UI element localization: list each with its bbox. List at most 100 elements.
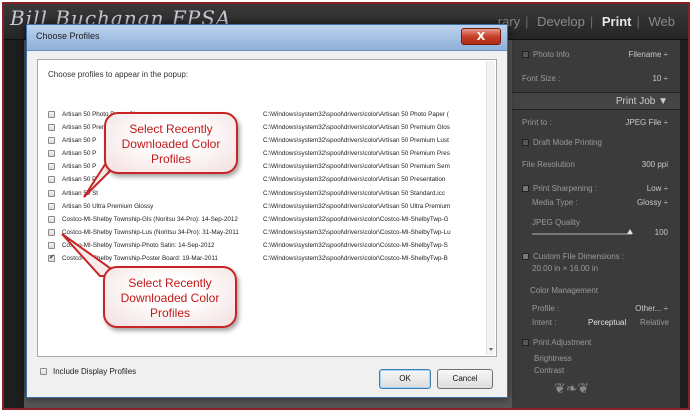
panel-end-ornament-icon: ❦❧❦	[554, 380, 590, 396]
file-resolution-label: File Resolution	[522, 160, 575, 169]
intent-perceptual[interactable]: Perceptual	[588, 316, 626, 330]
contrast-row[interactable]: Contrast	[534, 364, 672, 378]
profile-checkbox[interactable]	[48, 228, 55, 236]
callout-bottom-line-2: Downloaded Color	[120, 291, 220, 305]
module-web[interactable]: Web	[644, 14, 681, 29]
profile-path: C:\Windows\system32\spool\drivers\color\…	[263, 255, 448, 263]
profile-path: C:\Windows\system32\spool\drivers\color\…	[263, 163, 450, 171]
profile-row[interactable]: Profile : Other... ÷	[532, 302, 672, 316]
intent-relative[interactable]: Relative	[640, 316, 669, 330]
print-adjustment-checkbox[interactable]	[522, 339, 529, 347]
profile-checkbox[interactable]	[48, 253, 55, 263]
print-adjustment-row[interactable]: Print Adjustment	[522, 336, 672, 350]
print-sharpening-checkbox[interactable]	[522, 185, 529, 193]
color-management-label: Color Management	[530, 286, 599, 295]
profile-checkbox[interactable]	[48, 189, 55, 197]
screenshot-frame: Bill Buchanan FPSA rary | Develop | Print |…	[2, 2, 690, 410]
profile-label: Profile :	[532, 304, 560, 313]
photo-info-row[interactable]: Photo Info Filename ÷	[522, 48, 672, 62]
profile-checkbox[interactable]	[48, 215, 55, 223]
profile-path: C:\Windows\system32\spool\drivers\color\…	[263, 215, 449, 223]
profile-checkbox[interactable]	[48, 124, 55, 132]
profile-path: C:\Windows\system32\spool\drivers\color\…	[263, 150, 450, 158]
module-print[interactable]: Print	[597, 14, 637, 29]
callout-bottom-line-3: Profiles	[149, 306, 190, 320]
profile-checkbox[interactable]	[48, 150, 55, 158]
media-type-value[interactable]: Glossy ÷	[637, 196, 668, 210]
profile-path: C:\Windows\system32\spool\drivers\color\…	[263, 241, 448, 249]
callout-top-line-2: Downloaded Color	[121, 137, 221, 151]
profile-row[interactable]: Costco-MI-Shelby Township-Gls (Noritsu 3…	[44, 213, 490, 226]
intent-row[interactable]: Intent : Perceptual Relative	[532, 316, 672, 330]
profile-checkbox[interactable]	[48, 137, 55, 145]
draft-mode-row[interactable]: Draft Mode Printing	[522, 136, 672, 150]
profile-name: Artisan 50 P	[62, 150, 97, 158]
photo-info-label: Photo Info	[533, 50, 570, 59]
profile-checkbox[interactable]	[48, 163, 55, 171]
custom-dims-label: Custom File Dimensions :	[533, 252, 625, 261]
jpeg-quality-slider[interactable]	[532, 233, 632, 235]
draft-mode-checkbox[interactable]	[522, 139, 529, 147]
color-management-label-row: Color Management	[530, 284, 680, 298]
profile-path: C:\Windows\system32\spool\drivers\color\…	[263, 124, 450, 132]
profile-checkbox[interactable]	[48, 176, 55, 184]
callout-top: Select Recently Downloaded Color Profile…	[104, 112, 238, 174]
ok-button[interactable]: OK	[379, 369, 431, 389]
font-size-value[interactable]: 10 ÷	[652, 72, 668, 86]
print-adjustment-label: Print Adjustment	[533, 338, 592, 347]
module-separator: |	[636, 14, 640, 29]
module-develop[interactable]: Develop	[532, 14, 590, 29]
profile-path: C:\Windows\system32\spool\drivers\color\…	[263, 202, 451, 210]
print-sharpening-label: Print Sharpening :	[533, 184, 598, 193]
callout-top-line-3: Profiles	[150, 152, 191, 166]
brightness-label: Brightness	[534, 354, 572, 363]
profile-path: C:\Windows\system32\spool\drivers\color\…	[263, 111, 449, 118]
callout-bottom: Select Recently Downloaded Color Profile…	[103, 266, 237, 328]
jpeg-quality-value-row: 100	[632, 226, 672, 240]
print-sharpening-row[interactable]: Print Sharpening : Low ÷	[522, 182, 672, 196]
callout-top-line-1: Select Recently	[129, 122, 213, 136]
custom-dims-value[interactable]: 20.00 in × 16.00 in	[532, 264, 598, 273]
print-to-value[interactable]: JPEG File ÷	[625, 116, 668, 130]
media-type-row[interactable]: Media Type : Glossy ÷	[532, 196, 672, 210]
profile-name: Artisan 50 Ultra Premium Glossy	[62, 202, 154, 210]
right-panel: Photo Info Filename ÷ Font Size : 10 ÷ P…	[512, 40, 680, 408]
profile-name: Costco-MI-Shelby Township-Gls (Noritsu 3…	[62, 215, 238, 223]
profile-checkbox[interactable]	[48, 111, 55, 118]
contrast-label: Contrast	[534, 366, 565, 375]
list-scrollbar[interactable]	[486, 61, 495, 355]
module-separator: |	[589, 14, 594, 29]
callout-bottom-line-1: Select Recently	[128, 276, 212, 290]
close-button[interactable]: X	[461, 28, 501, 45]
jpeg-quality-value[interactable]: 100	[655, 226, 668, 240]
media-type-label: Media Type :	[532, 198, 578, 207]
profile-path: C:\Windows\system32\spool\drivers\color\…	[263, 137, 449, 145]
print-to-row[interactable]: Print to : JPEG File ÷	[522, 116, 672, 130]
profile-value[interactable]: Other... ÷	[635, 302, 668, 316]
font-size-label: Font Size :	[522, 74, 561, 83]
photo-info-checkbox[interactable]	[522, 51, 529, 59]
photo-info-value[interactable]: Filename ÷	[628, 48, 668, 62]
include-display-profiles-label: Include Display Profiles	[53, 367, 137, 376]
file-resolution-value[interactable]: 300 ppi	[642, 158, 668, 172]
instruction-text: Choose profiles to appear in the popup:	[48, 70, 189, 79]
print-sharpening-value[interactable]: Low ÷	[647, 182, 668, 196]
profile-row[interactable]: Artisan 50 Ultra Premium Glossy C:\Window…	[44, 200, 490, 213]
font-size-row[interactable]: Font Size : 10 ÷	[522, 72, 672, 86]
jpeg-quality-label: JPEG Quality	[532, 218, 581, 227]
custom-dims-checkbox[interactable]	[522, 253, 529, 261]
draft-mode-label: Draft Mode Printing	[533, 138, 602, 147]
custom-dims-values[interactable]: 20.00 in × 16.00 in	[532, 262, 672, 276]
intent-label: Intent :	[532, 318, 557, 327]
dialog-titlebar[interactable]: Choose Profiles X	[27, 25, 507, 51]
cancel-button[interactable]: Cancel	[437, 369, 493, 389]
profile-path: C:\Windows\system32\spool\drivers\color\…	[263, 176, 446, 184]
profile-path: C:\Windows\system32\spool\drivers\color\…	[263, 228, 451, 236]
scroll-down-icon[interactable]	[489, 348, 493, 351]
profile-checkbox[interactable]	[48, 241, 55, 249]
include-display-profiles-checkbox[interactable]	[40, 368, 47, 375]
module-picker: rary | Develop | Print | Web	[493, 14, 680, 29]
profile-checkbox[interactable]	[48, 202, 55, 210]
print-job-header[interactable]: Print Job ▼	[512, 92, 680, 110]
file-resolution-row[interactable]: File Resolution 300 ppi	[522, 158, 672, 172]
